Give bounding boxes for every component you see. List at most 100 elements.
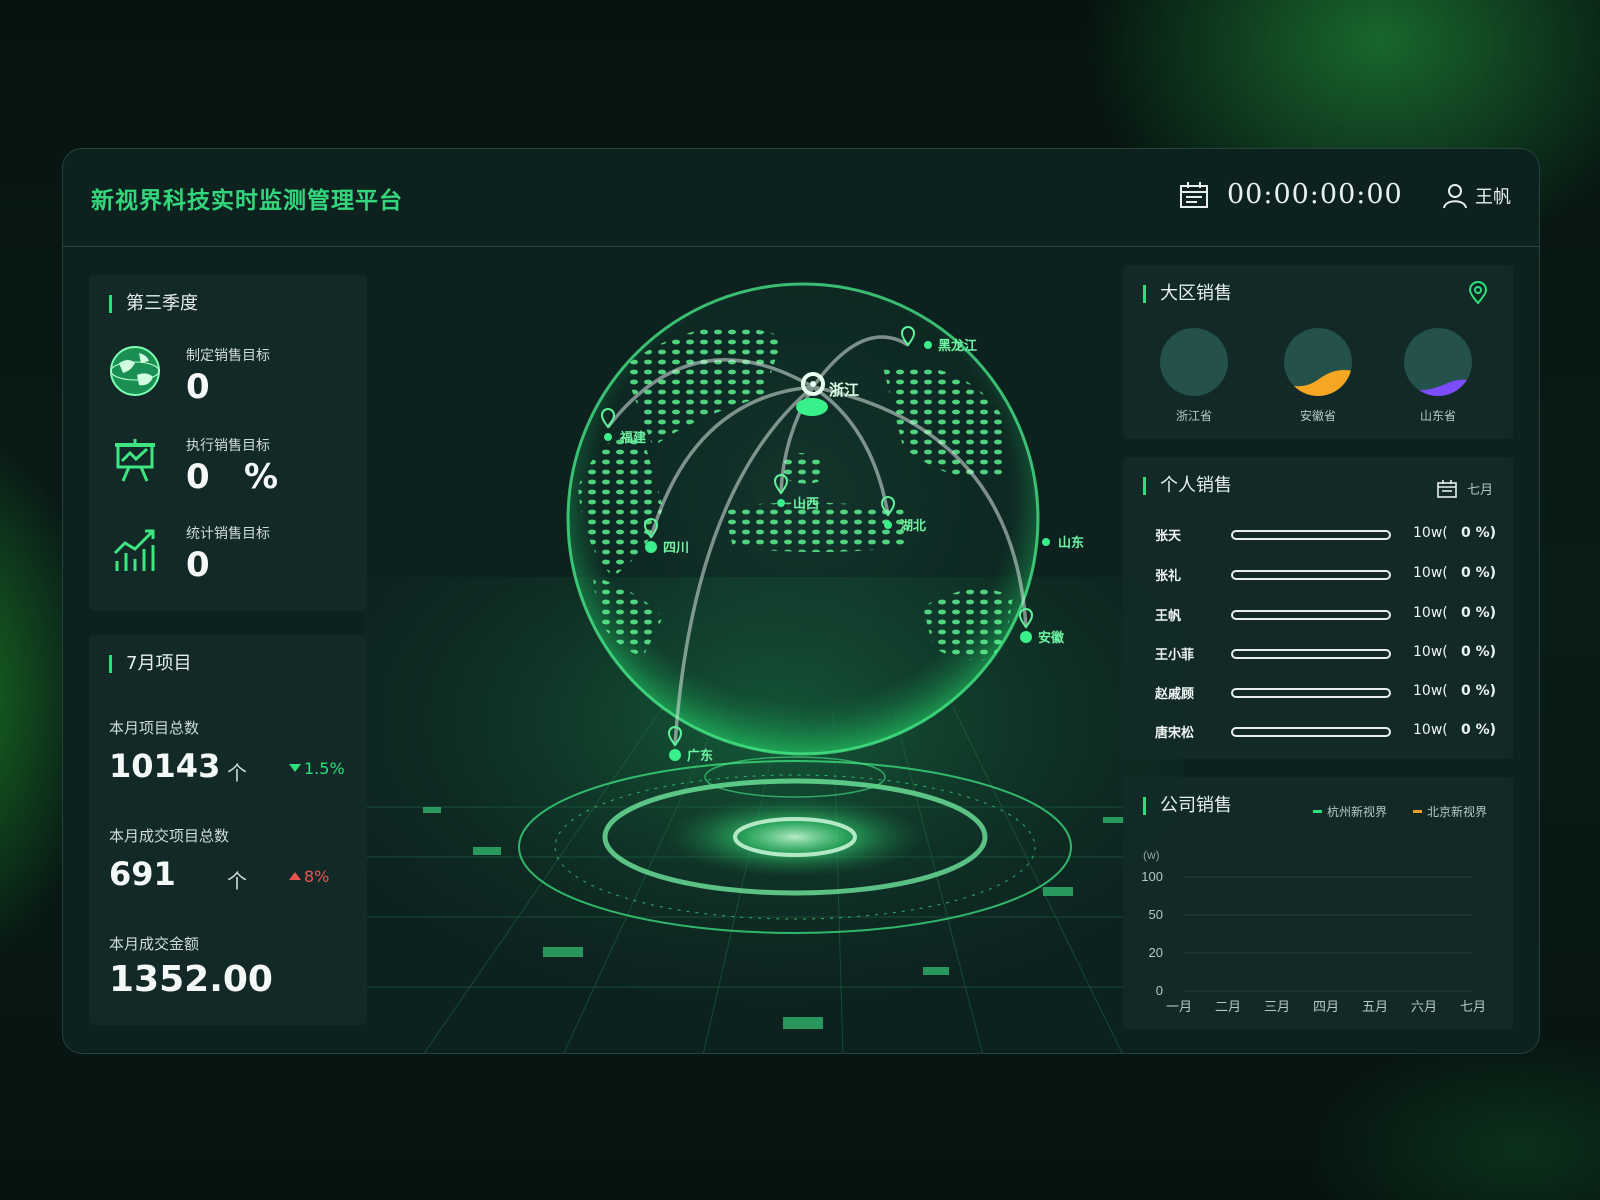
region-bubble-zhejiang[interactable]: 浙江省	[1159, 327, 1229, 424]
hub-label: 浙江	[829, 381, 859, 399]
y-tick-label: 100	[1141, 869, 1163, 884]
legend-swatch	[1313, 810, 1322, 813]
location-pin-icon[interactable]	[1467, 281, 1489, 305]
progress-bar	[1231, 649, 1391, 659]
x-tick-label: 六月	[1411, 999, 1437, 1014]
region-bubble-shandong[interactable]: 山东省	[1403, 327, 1473, 424]
q3-panel: 第三季度 制定销售目标 0 执行销售目标 0 % 统计销售目标 0	[89, 275, 367, 611]
person-amount: 10w(	[1413, 605, 1448, 621]
city-label: 安徽	[1038, 630, 1065, 645]
legend-item-beijing[interactable]: 北京新视界	[1413, 803, 1487, 820]
region-gauge	[1160, 328, 1228, 396]
growth-chart-icon	[113, 529, 155, 571]
legend-item-hangzhou[interactable]: 杭州新视界	[1313, 803, 1387, 820]
personal-sales-panel: 个人销售 七月 张天 10w(0 %) 张礼 10w(0 %) 王帆 10w(0 %) 王小…	[1123, 457, 1513, 759]
city-label: 山东	[1058, 535, 1084, 550]
company-sales-panel: 公司销售 杭州新视界 北京新视界 (w) 100 50 20 0 一月 二月 三月 四月 五月 六月…	[1123, 777, 1513, 1029]
person-sales-row[interactable]: 张天 10w( 0 %)	[1155, 525, 1497, 545]
person-sales-row[interactable]: 唐宋松 10w( 0 %)	[1155, 722, 1497, 742]
q3-panel-title: 第三季度	[109, 295, 198, 313]
city-dot	[645, 541, 657, 553]
person-percent: 0 %)	[1461, 644, 1497, 660]
calendar-icon	[1437, 479, 1457, 498]
person-sales-row[interactable]: 赵戚顾 10w(0 %)	[1155, 683, 1496, 703]
city-label: 四川	[663, 540, 689, 555]
stat-label-amount: 本月成交金额	[109, 935, 200, 953]
person-name: 王帆	[1155, 609, 1182, 624]
region-bubble-anhui[interactable]: 安徽省	[1283, 327, 1353, 424]
city-marker[interactable]: 山东	[1042, 535, 1084, 550]
person-sales-row[interactable]: 王帆 10w(0 %)	[1155, 605, 1496, 625]
region-panel-title: 大区销售	[1143, 285, 1232, 303]
stat-value-closed-projects: 691	[109, 855, 176, 893]
kpi-value: 0	[186, 545, 210, 585]
y-axis-unit: (w)	[1143, 848, 1160, 862]
stat-unit: 个	[227, 761, 247, 785]
person-amount: 10w(	[1413, 525, 1448, 541]
city-label: 福建	[619, 430, 646, 445]
stat-label-closed-projects: 本月成交项目总数	[109, 827, 230, 845]
calendar-icon[interactable]	[1179, 181, 1209, 209]
presentation-board-icon	[115, 439, 155, 482]
july-projects-panel: 7月项目 本月项目总数 10143 个 1.5% 本月成交项目总数 691 个 …	[89, 635, 367, 1025]
person-amount: 10w(	[1413, 722, 1448, 738]
person-amount: 10w(	[1413, 683, 1448, 699]
city-dot	[884, 521, 892, 529]
person-panel-title: 个人销售	[1143, 477, 1232, 495]
city-label: 湖北	[900, 518, 926, 533]
person-sales-row[interactable]: 张礼 10w(0 %)	[1155, 565, 1497, 585]
clock-display: 00:00:00:00	[1227, 179, 1403, 210]
x-tick-label: 四月	[1313, 999, 1339, 1014]
city-dot	[777, 499, 785, 507]
x-tick-label: 七月	[1460, 999, 1486, 1014]
person-amount: 10w(	[1413, 565, 1448, 581]
july-panel-title: 7月项目	[109, 655, 191, 673]
y-tick-label: 20	[1149, 945, 1163, 960]
user-icon	[1443, 184, 1467, 209]
progress-bar	[1231, 727, 1391, 737]
region-label: 浙江省	[1175, 409, 1212, 423]
company-sales-chart: (w) 100 50 20 0一月 二月 三月 四月 五月 六月 七月	[1141, 848, 1486, 1014]
progress-bar	[1231, 530, 1391, 540]
company-panel-title: 公司销售	[1143, 797, 1232, 815]
kpi-unit: %	[244, 457, 279, 497]
person-percent: 0 %)	[1461, 722, 1497, 738]
person-amount: 10w(	[1413, 644, 1448, 660]
month-label: 七月	[1467, 483, 1494, 498]
stat-unit: 个	[227, 869, 247, 893]
person-percent: 0 %)	[1461, 565, 1497, 581]
globe-icon	[110, 346, 160, 396]
city-dot	[1042, 538, 1050, 546]
progress-bar	[1231, 570, 1391, 580]
stat-change-up: 8%	[289, 867, 329, 886]
user-menu[interactable]: 王帆	[1443, 183, 1511, 209]
person-percent: 0 %)	[1461, 525, 1497, 541]
city-dot	[669, 749, 681, 761]
up-triangle-icon	[289, 872, 301, 880]
stat-change-down: 1.5%	[289, 759, 345, 778]
x-tick-label: 一月	[1166, 999, 1192, 1014]
clock-area: 00:00:00:00	[1179, 179, 1403, 210]
down-triangle-icon	[289, 764, 301, 772]
user-name: 王帆	[1475, 187, 1511, 208]
month-selector[interactable]: 七月	[1437, 479, 1493, 498]
person-name: 唐宋松	[1155, 726, 1195, 741]
globe-visualization[interactable]: 浙江 黑龙江 福建 山西 湖北 山东 四川 安徽 广东	[363, 247, 1183, 1053]
region-label: 山东省	[1419, 409, 1456, 423]
legend-label: 杭州新视界	[1327, 805, 1388, 819]
region-gauge	[1284, 328, 1352, 396]
x-tick-label: 三月	[1264, 999, 1290, 1014]
person-name: 张天	[1155, 529, 1182, 544]
stat-value-total-projects: 10143	[109, 747, 221, 785]
city-label: 黑龙江	[938, 338, 977, 353]
legend-swatch	[1413, 810, 1422, 813]
dashboard-frame: 新视界科技实时监测管理平台 00:00:00:00 王帆 浙江 黑龙江 福建 山…	[62, 148, 1540, 1054]
y-tick-label: 0	[1156, 983, 1163, 998]
person-sales-row[interactable]: 王小菲 10w( 0 %)	[1155, 644, 1497, 664]
x-tick-label: 二月	[1215, 999, 1241, 1014]
city-dot	[924, 341, 932, 349]
person-name: 王小菲	[1155, 648, 1195, 663]
city-label: 广东	[687, 748, 713, 763]
top-bar: 新视界科技实时监测管理平台 00:00:00:00 王帆	[63, 149, 1539, 247]
y-tick-label: 50	[1149, 907, 1163, 922]
